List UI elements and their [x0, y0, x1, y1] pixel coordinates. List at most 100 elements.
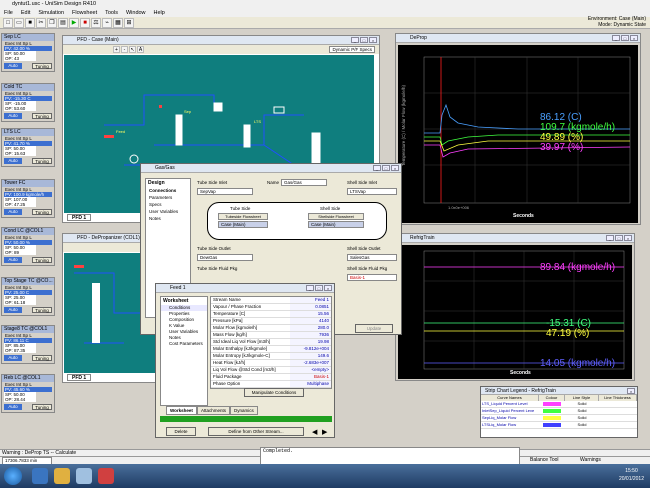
tuning-button[interactable]: Tuning: [32, 113, 52, 119]
tuning-button[interactable]: Tuning: [32, 257, 52, 263]
feed-row-value[interactable]: 4140: [289, 318, 331, 324]
maximize-icon[interactable]: □: [382, 165, 390, 171]
legend-line-style[interactable]: Solid: [565, 401, 599, 407]
zoom-in-icon[interactable]: +: [113, 46, 120, 53]
close-icon[interactable]: ×: [630, 35, 638, 41]
feed-dialog[interactable]: Feed 1 _ □ × Worksheet Conditions Propertie…: [155, 283, 335, 438]
mode-auto-button[interactable]: Auto: [4, 257, 22, 263]
pfd-icon[interactable]: ⊞: [124, 18, 134, 28]
pfd-main-titlebar[interactable]: PFD - Case (Main) _ □ ×: [63, 36, 379, 45]
feed-tab[interactable]: Dynamics: [229, 406, 258, 415]
mode-auto-button[interactable]: Auto: [4, 158, 22, 164]
feed-row-value[interactable]: Multiphase: [289, 381, 331, 387]
gasgas-nav-item[interactable]: Specs: [146, 201, 190, 208]
balance-tool-label[interactable]: Balance Tool: [530, 457, 559, 463]
start-button-icon[interactable]: [4, 467, 22, 485]
op-field[interactable]: OP: 87.35: [4, 348, 36, 353]
legend-line-style[interactable]: Solid: [565, 408, 599, 414]
ie-icon[interactable]: [32, 468, 48, 484]
legend-line-style[interactable]: Solid: [565, 422, 599, 428]
shell-pkg-field[interactable]: Basis-1: [347, 274, 397, 281]
controller-faceplate[interactable]: Cond LC @COL1 Exec Int Sp L PV: 50.00 % SP:…: [1, 227, 55, 266]
menu-flowsheet[interactable]: Flowsheet: [72, 9, 97, 17]
op-field[interactable]: OP: 28.44: [4, 397, 36, 402]
run-icon[interactable]: ▶: [69, 18, 79, 28]
minimize-icon[interactable]: _: [351, 37, 359, 43]
tuning-button[interactable]: Tuning: [32, 355, 52, 361]
palette-icon[interactable]: A: [137, 46, 144, 53]
minimize-icon[interactable]: _: [306, 285, 314, 291]
tube-inlet-field[interactable]: SepVap: [197, 188, 253, 195]
menu-file[interactable]: File: [4, 9, 13, 17]
close-icon[interactable]: ×: [369, 37, 377, 43]
feed-row-value[interactable]: 0.0851: [289, 304, 331, 310]
warnings-label[interactable]: Warnings: [580, 457, 601, 463]
copy-icon[interactable]: ❐: [47, 18, 57, 28]
controller-faceplate[interactable]: LTS LC Exec Int Sp L PV: 41.70 % SP: 50.00 O…: [1, 128, 55, 167]
mode-auto-button[interactable]: Auto: [4, 355, 22, 361]
menu-edit[interactable]: Edit: [21, 9, 30, 17]
legend-row[interactable]: InletSep_Liquid Percent Leve Solid: [481, 408, 637, 415]
mode-auto-button[interactable]: Auto: [4, 113, 22, 119]
mode-auto-button[interactable]: Auto: [4, 307, 22, 313]
tuning-button[interactable]: Tuning: [32, 158, 52, 164]
refrig-chart-window[interactable]: RefrigTrain _ □ × 89.84 (kgmole/h) -15.31 (…: [395, 233, 635, 381]
dynamic-icon[interactable]: ⌁: [102, 18, 112, 28]
maximize-icon[interactable]: □: [360, 37, 368, 43]
name-field[interactable]: Gas/Gas: [281, 179, 327, 186]
op-field[interactable]: OP: 47.25: [4, 202, 36, 207]
feed-row-value[interactable]: 280.0: [289, 325, 331, 331]
menu-simulation[interactable]: Simulation: [38, 9, 64, 17]
controller-faceplate[interactable]: Cold TC Exec Int Sp L PV: -15.30 C SP: -15.…: [1, 83, 55, 122]
close-icon[interactable]: ×: [624, 235, 632, 241]
shell-inlet-field[interactable]: LTSVap: [347, 188, 397, 195]
controller-faceplate[interactable]: Tower FC Exec Int Sp L PV: 100.9 kgmole/h S…: [1, 179, 55, 218]
close-icon[interactable]: ×: [324, 285, 332, 291]
menu-tools[interactable]: Tools: [105, 9, 118, 17]
menu-window[interactable]: Window: [126, 9, 146, 17]
tuning-button[interactable]: Tuning: [32, 307, 52, 313]
gasgas-nav-item[interactable]: Parameters: [146, 194, 190, 201]
tube-case-field[interactable]: Case (Main): [218, 221, 268, 228]
op-field[interactable]: OP: 53.60: [4, 106, 36, 111]
maximize-icon[interactable]: □: [615, 235, 623, 241]
gasgas-nav-item[interactable]: User Variables: [146, 208, 190, 215]
cut-icon[interactable]: ✂: [36, 18, 46, 28]
gasgas-titlebar[interactable]: Gas/Gas _ □ ×: [141, 164, 401, 173]
save-icon[interactable]: ■: [25, 18, 35, 28]
gasgas-nav-item[interactable]: Notes: [146, 215, 190, 222]
feed-row-value[interactable]: 15.56: [289, 311, 331, 317]
legend-row[interactable]: LTS_Liquid Percent Level Solid: [481, 401, 637, 408]
maximize-icon[interactable]: □: [621, 35, 629, 41]
tuning-button[interactable]: Tuning: [32, 209, 52, 215]
minimize-icon[interactable]: _: [612, 35, 620, 41]
op-field[interactable]: OP: 15.63: [4, 151, 36, 156]
folder-icon[interactable]: [54, 468, 70, 484]
menu-help[interactable]: Help: [154, 9, 165, 17]
feed-tab[interactable]: Worksheet: [166, 406, 197, 415]
pfd-main-tab[interactable]: PFD 1: [67, 214, 92, 221]
feed-row-value[interactable]: Basis-1: [289, 374, 331, 380]
mode-auto-button[interactable]: Auto: [4, 63, 22, 69]
legend-colour-swatch[interactable]: [539, 415, 565, 421]
legend-row[interactable]: SepLiq_Molar Flow Solid: [481, 415, 637, 422]
deprop-chart-titlebar[interactable]: DeProp _ □ ×: [396, 34, 640, 43]
controller-faceplate[interactable]: Top Stage TC @CO... Exec Int Sp L PV: 25.0…: [1, 277, 55, 316]
zoom-out-icon[interactable]: -: [121, 46, 128, 53]
controller-faceplate[interactable]: Reb LC @COL1 Exec Int Sp L PV: 45.60 % SP: …: [1, 374, 55, 413]
arrow-icon[interactable]: ↖: [129, 46, 136, 53]
define-from-stream-button[interactable]: Define from Other Stream...: [208, 427, 304, 436]
controller-faceplate[interactable]: Stage8 TC @COL1 Exec Int Sp L PV: 86.11 CS…: [1, 325, 55, 364]
legend-colour-swatch[interactable]: [539, 401, 565, 407]
shell-case-field[interactable]: Case (Main): [308, 221, 364, 228]
legend-colour-swatch[interactable]: [539, 408, 565, 414]
new-icon[interactable]: □: [3, 18, 13, 28]
feed-row-value[interactable]: 19.98: [289, 339, 331, 345]
clock[interactable]: 15:50 20/01/2012: [619, 467, 644, 483]
strip-legend-window[interactable]: Strip Chart Legend - RefrigTrain × Curve…: [480, 386, 638, 438]
feed-row-value[interactable]: 149.6: [289, 353, 331, 359]
op-field[interactable]: OP: 61.18: [4, 300, 36, 305]
media-icon[interactable]: [76, 468, 92, 484]
workbook-icon[interactable]: ▦: [113, 18, 123, 28]
feed-row-value[interactable]: -9.812e+004: [289, 346, 331, 352]
